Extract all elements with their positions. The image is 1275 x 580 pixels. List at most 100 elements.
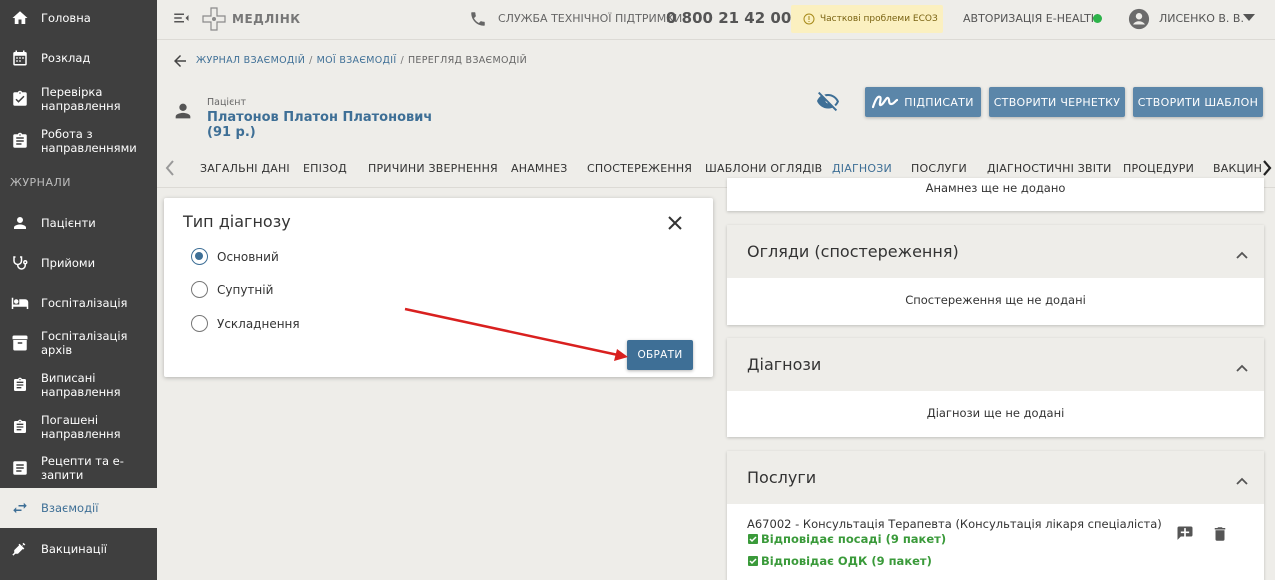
- tab-anamnesis[interactable]: АНАМНЕЗ: [511, 148, 568, 188]
- sign-button[interactable]: ПІДПИСАТИ: [865, 87, 981, 117]
- breadcrumb-current: ПЕРЕГЛЯД ВЗАЄМОДІЙ: [407, 55, 527, 66]
- radio-label: Основний: [217, 249, 279, 264]
- create-draft-label: СТВОРИТИ ЧЕРНЕТКУ: [993, 95, 1121, 109]
- sidebar-item-prescriptions[interactable]: Рецепти та е-запити: [0, 453, 157, 483]
- annotation-arrow: [404, 307, 628, 361]
- sidebar-item-appointments[interactable]: Прийоми: [0, 252, 157, 274]
- diagnoses-card-header[interactable]: Діагнози: [727, 338, 1264, 391]
- sidebar-item-label: Головна: [41, 11, 91, 25]
- chevron-up-icon[interactable]: [1236, 470, 1248, 489]
- sidebar-item-check-referral[interactable]: Перевірка направлення: [0, 84, 157, 114]
- tab-general[interactable]: ЗАГАЛЬНІ ДАНІ: [200, 148, 290, 188]
- anamnesis-empty-text: Анамнез ще не додано: [925, 181, 1066, 195]
- warning-icon: [803, 13, 815, 25]
- tab-episode[interactable]: ЕПІЗОД: [303, 148, 347, 188]
- select-button[interactable]: ОБРАТИ: [627, 340, 693, 370]
- create-template-button[interactable]: СТВОРИТИ ШАБЛОН: [1133, 87, 1263, 117]
- menu-toggle-icon[interactable]: [171, 9, 191, 27]
- service-check-odk: Відповідає ОДК (9 пакет): [747, 554, 932, 568]
- home-icon: [10, 8, 30, 28]
- close-icon[interactable]: [668, 215, 682, 234]
- support-phone[interactable]: 0 800 21 42 00: [666, 9, 791, 27]
- delete-icon[interactable]: [1211, 524, 1229, 548]
- user-avatar-icon[interactable]: [1128, 8, 1150, 30]
- user-name[interactable]: ЛИСЕНКО В. В.: [1159, 12, 1244, 25]
- radio-button-selected[interactable]: [191, 248, 208, 265]
- clipboard-icon: [10, 131, 30, 151]
- swap-icon: [10, 498, 30, 518]
- sidebar-item-schedule[interactable]: Розклад: [0, 46, 157, 70]
- create-draft-button[interactable]: СТВОРИТИ ЧЕРНЕТКУ: [989, 87, 1125, 117]
- patient-label: Пацієнт: [207, 97, 247, 108]
- radio-option-concomitant[interactable]: Супутній: [191, 281, 273, 298]
- chevron-up-icon[interactable]: [1236, 244, 1248, 263]
- breadcrumb-my-interactions-link[interactable]: МОЇ ВЗАЄМОДІЇ: [317, 55, 397, 66]
- patient-icon: [172, 100, 194, 122]
- syringe-icon: [10, 539, 30, 559]
- archive-icon: [10, 333, 30, 353]
- tabs-scroll-left-icon[interactable]: [165, 148, 175, 188]
- sidebar-item-label: Перевірка направлення: [41, 85, 121, 113]
- create-template-label: СТВОРИТИ ШАБЛОН: [1137, 95, 1259, 109]
- service-item-title: А67002 - Консультація Терапевта (Консуль…: [747, 517, 1162, 531]
- stethoscope-icon: [10, 253, 30, 273]
- radio-button[interactable]: [191, 281, 208, 298]
- radio-button[interactable]: [191, 315, 208, 332]
- diagnoses-title: Діагнози: [747, 355, 822, 374]
- sidebar-item-label: Погашені направлення: [41, 413, 121, 441]
- anamnesis-card: Анамнез ще не додано: [727, 178, 1264, 211]
- ehealth-auth-label[interactable]: АВТОРИЗАЦІЯ E-HEALTH: [963, 12, 1099, 25]
- radio-option-complication[interactable]: Ускладнення: [191, 315, 300, 332]
- services-card-header[interactable]: Послуги: [727, 451, 1264, 504]
- support-label: СЛУЖБА ТЕХНІЧНОЇ ПІДТРИМКИ: [498, 12, 683, 25]
- sidebar-item-hospitalization[interactable]: Госпіталізація: [0, 292, 157, 314]
- chevron-up-icon[interactable]: [1236, 357, 1248, 376]
- visibility-off-icon[interactable]: [815, 90, 841, 114]
- sidebar-item-label: Прийоми: [41, 256, 96, 270]
- sidebar: Головна Розклад Перевірка направлення Ро…: [0, 0, 157, 580]
- sidebar-item-interactions[interactable]: Взаємодії: [0, 488, 157, 528]
- service-check-position: Відповідає посаді (9 пакет): [747, 532, 946, 546]
- add-note-icon[interactable]: [1175, 524, 1195, 548]
- sidebar-item-hospitalization-archive[interactable]: Госпіталізація архів: [0, 329, 157, 357]
- sidebar-item-label: Пацієнти: [41, 216, 96, 230]
- service-check-odk-text: Відповідає ОДК (9 пакет): [761, 554, 932, 568]
- observations-title: Огляди (спостереження): [747, 242, 959, 261]
- services-title: Послуги: [747, 468, 817, 487]
- sidebar-item-issued-referrals[interactable]: Виписані направлення: [0, 370, 157, 400]
- clipboard-icon: [10, 375, 30, 395]
- sidebar-item-label: Госпіталізація: [41, 296, 128, 310]
- services-card: Послуги А67002 - Консультація Терапевта …: [727, 451, 1264, 580]
- eсoz-warning-badge[interactable]: Часткові проблеми ЕСОЗ: [791, 5, 943, 33]
- diagnoses-empty-text: Діагнози ще не додані: [926, 406, 1065, 420]
- calendar-icon: [10, 48, 30, 68]
- checkbox-checked-icon: [747, 533, 759, 545]
- brand-logo[interactable]: МЕДЛІНК: [201, 6, 301, 32]
- patient-name[interactable]: Платонов Платон Платонович (91 р.): [207, 110, 447, 149]
- ehealth-status-dot: [1093, 14, 1102, 23]
- observations-empty-text: Спостереження ще не додані: [905, 293, 1086, 307]
- checkbox-checked-icon: [747, 555, 759, 567]
- breadcrumb-journal-link[interactable]: ЖУРНАЛ ВЗАЄМОДІЙ: [196, 55, 305, 66]
- user-menu-chevron-icon[interactable]: [1243, 14, 1255, 22]
- sidebar-item-label: Виписані направлення: [41, 371, 121, 399]
- support-phone-icon: [469, 10, 487, 28]
- clipboard-check-icon: [10, 89, 30, 109]
- sidebar-item-referral-work[interactable]: Робота з направленнями: [0, 126, 157, 156]
- observations-card: Огляди (спостереження) Спостереження ще …: [727, 225, 1264, 325]
- person-icon: [10, 213, 30, 233]
- back-arrow-icon[interactable]: [171, 52, 189, 70]
- radio-option-main[interactable]: Основний: [191, 248, 279, 265]
- signature-icon: [872, 95, 899, 109]
- tab-reasons[interactable]: ПРИЧИНИ ЗВЕРНЕННЯ: [368, 148, 498, 188]
- sidebar-item-home[interactable]: Головна: [0, 6, 157, 30]
- sidebar-item-patients[interactable]: Пацієнти: [0, 212, 157, 234]
- sidebar-item-label: Госпіталізація архів: [41, 329, 128, 357]
- sidebar-item-redeemed-referrals[interactable]: Погашені направлення: [0, 412, 157, 442]
- radio-label: Ускладнення: [217, 316, 300, 331]
- bed-icon: [10, 293, 30, 313]
- observations-card-header[interactable]: Огляди (спостереження): [727, 225, 1264, 278]
- sidebar-item-vaccinations[interactable]: Вакцинації: [0, 538, 157, 560]
- tab-observations[interactable]: СПОСТЕРЕЖЕННЯ: [587, 148, 692, 188]
- radio-label: Супутній: [217, 282, 274, 297]
